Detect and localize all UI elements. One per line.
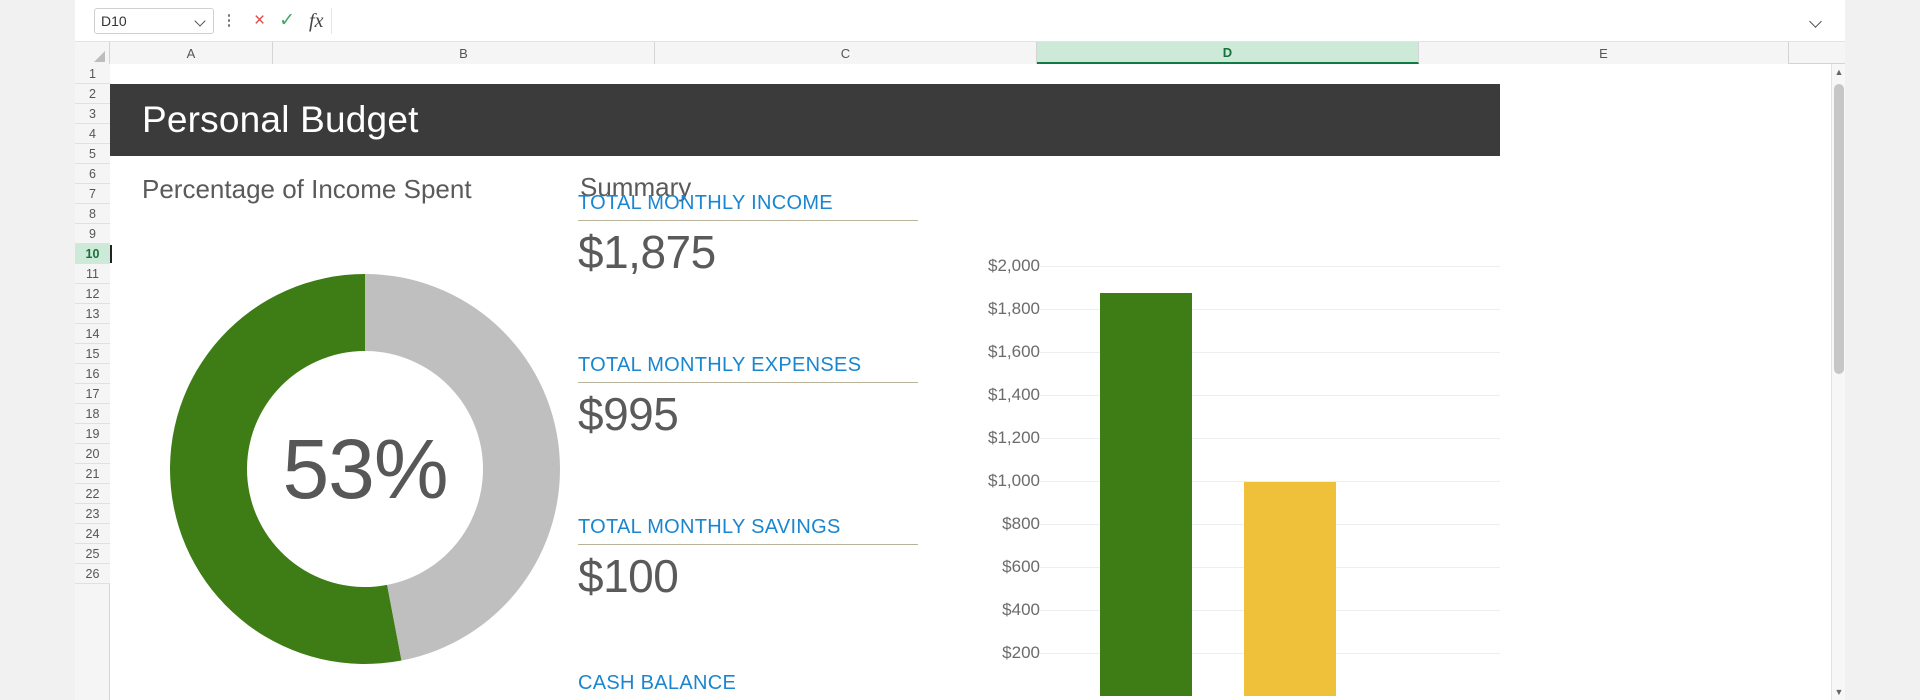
row-header-4[interactable]: 4: [75, 124, 110, 144]
row-header-17[interactable]: 17: [75, 384, 110, 404]
select-all-corner[interactable]: [75, 42, 110, 64]
chart-y-tick-label: $200: [1002, 643, 1040, 662]
summary-item: TOTAL MONTHLY INCOME $1,875: [578, 192, 918, 279]
chart-y-tick-label: $400: [1002, 600, 1040, 619]
page-title: Personal Budget: [142, 99, 419, 140]
dashboard-banner: Personal Budget: [110, 84, 1500, 156]
row-header-21[interactable]: 21: [75, 464, 110, 484]
chart-y-tick-label: $1,400: [988, 385, 1040, 404]
column-header-b[interactable]: B: [273, 42, 655, 64]
summary-item-label: CASH BALANCE: [578, 672, 918, 700]
row-header-22[interactable]: 22: [75, 484, 110, 504]
page-gutter-left: [0, 0, 75, 700]
column-header-c[interactable]: C: [655, 42, 1037, 64]
row-header-24[interactable]: 24: [75, 524, 110, 544]
row-header-11[interactable]: 11: [75, 264, 110, 284]
bar-expenses: [1244, 482, 1336, 696]
chart-y-tick-label: $1,000: [988, 471, 1040, 490]
row-header-7[interactable]: 7: [75, 184, 110, 204]
row-header-9[interactable]: 9: [75, 224, 110, 244]
column-header-e[interactable]: E: [1419, 42, 1789, 64]
name-box-value: D10: [101, 12, 127, 29]
row-header-19[interactable]: 19: [75, 424, 110, 444]
column-header-row: ABCDE: [75, 42, 1845, 64]
formula-input[interactable]: [331, 7, 1795, 34]
bar-income: [1100, 292, 1192, 696]
row-header-12[interactable]: 12: [75, 284, 110, 304]
name-box-more-icon[interactable]: [220, 8, 238, 34]
insert-function-icon[interactable]: fx: [309, 11, 323, 31]
formula-action-group: × ✓ fx: [248, 11, 323, 31]
row-header-20[interactable]: 20: [75, 444, 110, 464]
summary-item: TOTAL MONTHLY SAVINGS $100: [578, 516, 918, 603]
row-header-1[interactable]: 1: [75, 64, 110, 84]
donut-center-label: 53%: [282, 421, 448, 516]
summary-item-value: $100: [578, 550, 679, 602]
cell-edit-caret: [110, 245, 112, 263]
chevron-down-icon[interactable]: [195, 15, 207, 27]
income-expense-bar-chart[interactable]: $2,000 $1,800 $1,600 $1,400 $1,200 $1,000 $800…: [950, 214, 1510, 700]
formula-bar: D10 × ✓ fx: [75, 0, 1845, 42]
summary-item: CASH BALANCE: [578, 672, 918, 700]
chart-y-tick-label: $1,600: [988, 342, 1040, 361]
row-header-16[interactable]: 16: [75, 364, 110, 384]
scroll-down-icon[interactable]: ▼: [1832, 684, 1846, 700]
summary-item-value: $1,875: [578, 226, 716, 278]
row-header-2[interactable]: 2: [75, 84, 110, 104]
chart-y-tick-label: $2,000: [988, 256, 1040, 275]
column-header-d[interactable]: D: [1037, 42, 1419, 64]
donut-chart-title: Percentage of Income Spent: [142, 174, 472, 204]
row-header-26[interactable]: 26: [75, 564, 110, 584]
row-header-15[interactable]: 15: [75, 344, 110, 364]
row-header-23[interactable]: 23: [75, 504, 110, 524]
vertical-scrollbar[interactable]: ▲ ▼: [1831, 64, 1845, 700]
scrollbar-thumb[interactable]: [1834, 84, 1844, 374]
percentage-donut-chart[interactable]: 53%: [130, 234, 600, 700]
chart-y-tick-label: $1,200: [988, 428, 1040, 447]
name-box[interactable]: D10: [94, 7, 214, 34]
chart-gridline: [1040, 266, 1500, 267]
column-header-a[interactable]: A: [110, 42, 273, 64]
expand-formula-bar-icon[interactable]: [1803, 8, 1829, 34]
row-header-13[interactable]: 13: [75, 304, 110, 324]
row-header-18[interactable]: 18: [75, 404, 110, 424]
row-header-3[interactable]: 3: [75, 104, 110, 124]
row-header-25[interactable]: 25: [75, 544, 110, 564]
row-header-14[interactable]: 14: [75, 324, 110, 344]
chart-y-tick-label: $600: [1002, 557, 1040, 576]
row-header-8[interactable]: 8: [75, 204, 110, 224]
summary-item-label: TOTAL MONTHLY INCOME: [578, 192, 918, 221]
page-gutter-right: [1845, 0, 1920, 700]
cells-canvas[interactable]: Personal Budget Percentage of Income Spe…: [110, 64, 1822, 700]
spreadsheet-grid: ABCDE 1 2 3 4 5 6 7 8 9 10 11 12 13 14 15 16 17 18 19 20 21 2…: [75, 42, 1845, 700]
row-header-6[interactable]: 6: [75, 164, 110, 184]
row-header-10[interactable]: 10: [75, 244, 110, 264]
row-headers: 1 2 3 4 5 6 7 8 9 10 11 12 13 14 15 16 17 18 19 20 21 22 23 24 2…: [75, 64, 110, 700]
scroll-up-icon[interactable]: ▲: [1832, 64, 1846, 80]
chart-y-tick-label: $800: [1002, 514, 1040, 533]
summary-item: TOTAL MONTHLY EXPENSES $995: [578, 354, 918, 441]
summary-item-value: $995: [578, 388, 679, 440]
row-header-5[interactable]: 5: [75, 144, 110, 164]
cancel-icon[interactable]: ×: [254, 11, 265, 30]
summary-item-label: TOTAL MONTHLY EXPENSES: [578, 354, 918, 383]
excel-window: D10 × ✓ fx ABCDE 1 2 3 4 5 6 7 8 9 10 11 12 13 14 15 16…: [0, 0, 1920, 700]
chart-y-tick-label: $1,800: [988, 299, 1040, 318]
accept-icon[interactable]: ✓: [279, 11, 295, 30]
summary-item-label: TOTAL MONTHLY SAVINGS: [578, 516, 918, 545]
